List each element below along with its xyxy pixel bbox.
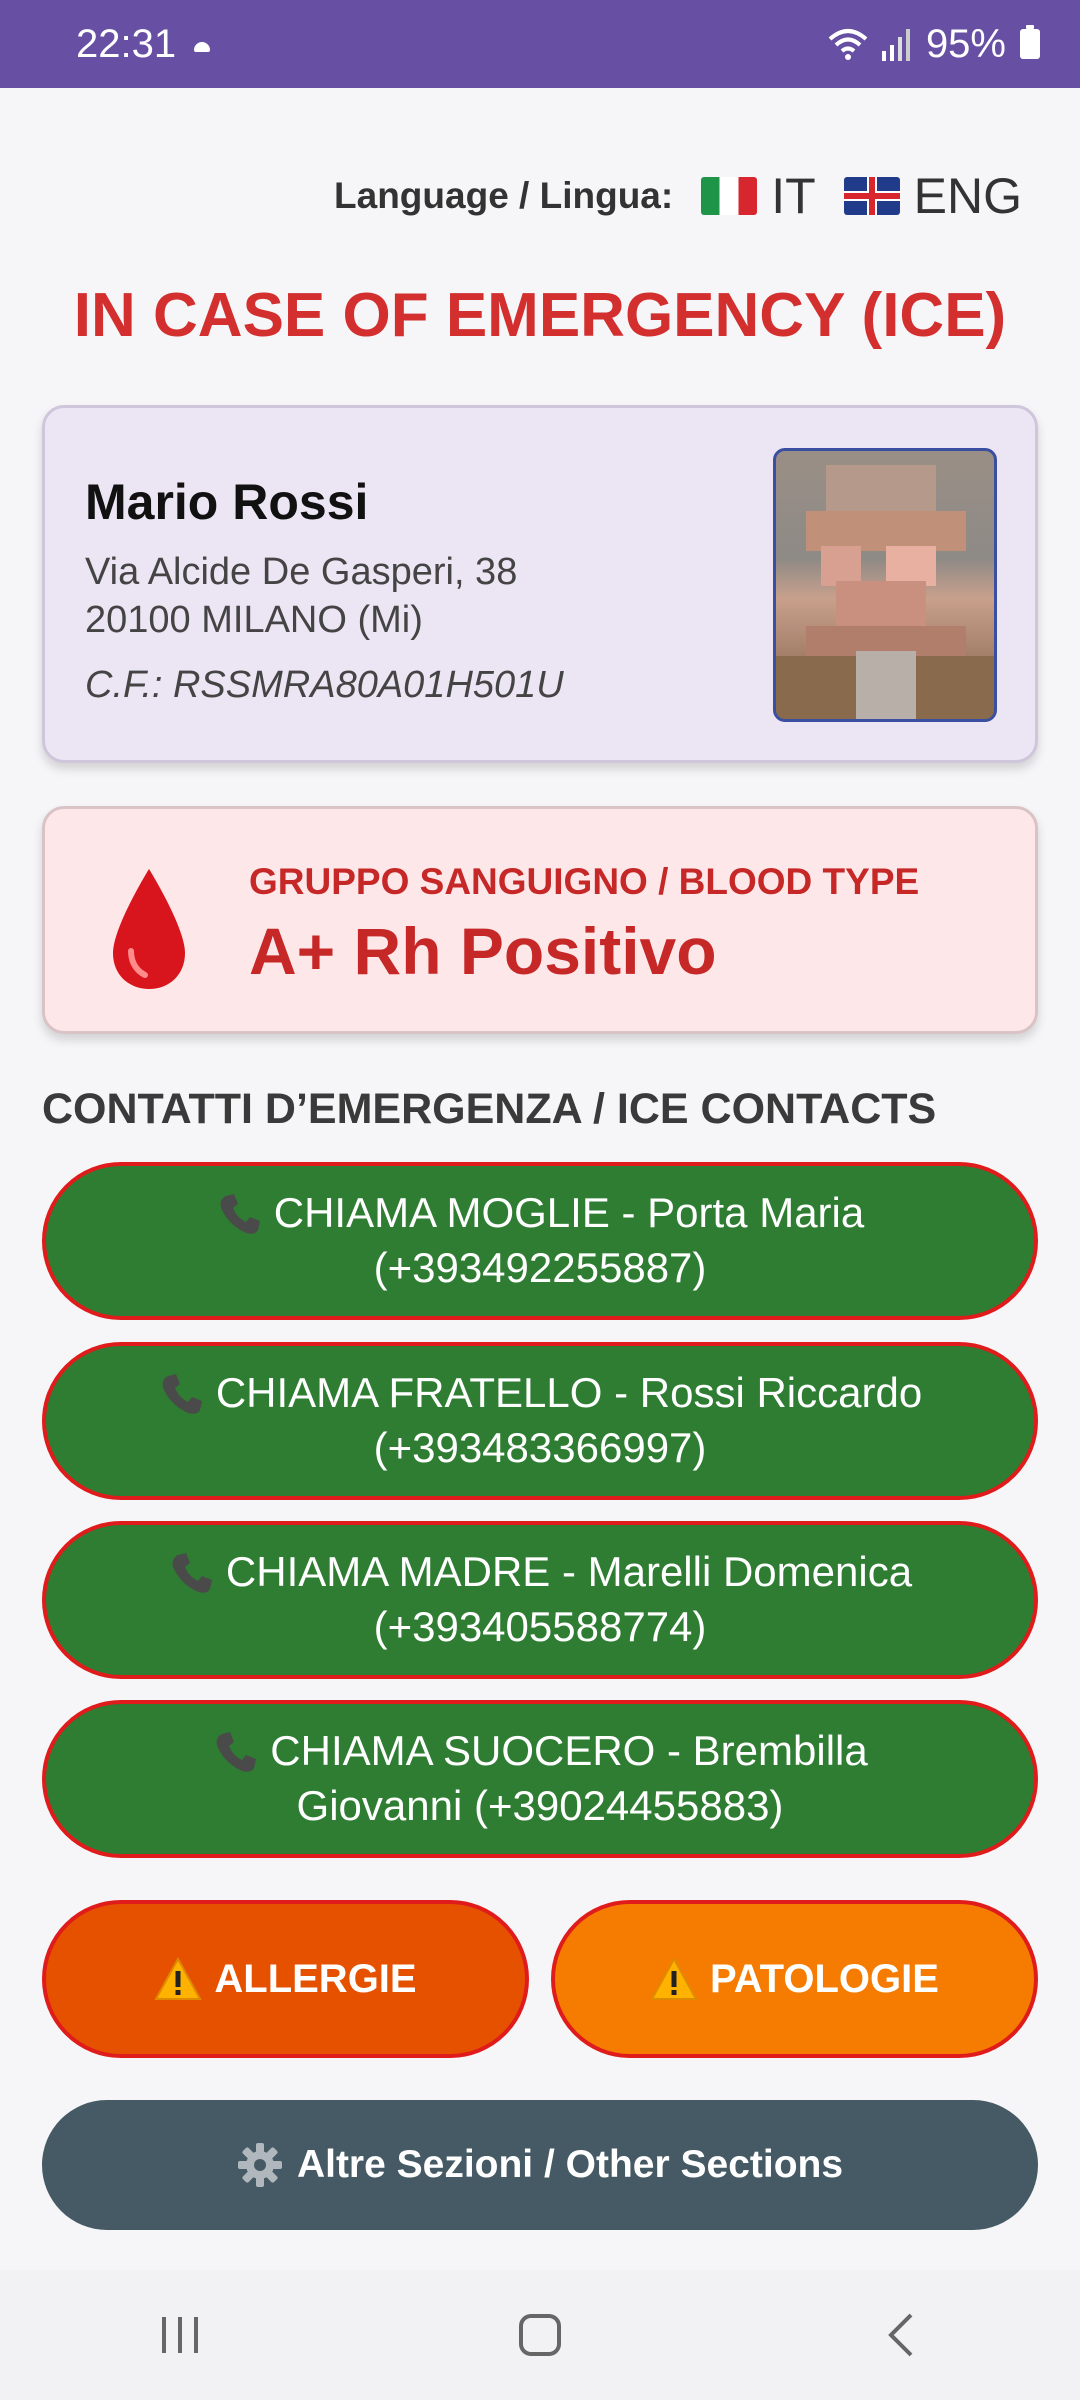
call-number: (+393492255887) bbox=[373, 1244, 707, 1291]
page-title: IN CASE OF EMERGENCY (ICE) bbox=[73, 281, 1007, 350]
language-eng-button[interactable]: ENG bbox=[843, 167, 1022, 225]
back-button[interactable] bbox=[860, 2295, 940, 2375]
back-icon bbox=[888, 2313, 913, 2357]
gear-icon bbox=[237, 2143, 282, 2187]
profile-photo[interactable] bbox=[773, 448, 997, 722]
profile-name: Mario Rossi bbox=[85, 474, 369, 530]
language-label: Language / Lingua: bbox=[334, 175, 674, 216]
call-label: CHIAMA FRATELLO - Rossi Riccardo bbox=[215, 1369, 923, 1417]
recent-apps-button[interactable] bbox=[140, 2295, 220, 2375]
patologie-button[interactable]: PATOLOGIE bbox=[551, 1900, 1038, 2058]
call-father-in-law-button[interactable]: CHIAMA SUOCERO - Brembilla Giovanni (+39… bbox=[42, 1700, 1038, 1858]
phone-icon bbox=[216, 1731, 257, 1772]
patologie-label: PATOLOGIE bbox=[710, 1956, 939, 2001]
status-left: 22:31 bbox=[76, 21, 211, 67]
uk-flag-icon bbox=[843, 177, 900, 215]
system-nav-bar bbox=[0, 2270, 1080, 2400]
status-time: 22:31 bbox=[76, 21, 177, 66]
other-sections-label: Altre Sezioni / Other Sections bbox=[296, 2143, 844, 2186]
home-icon bbox=[519, 2314, 561, 2356]
warning-icon bbox=[154, 1957, 203, 2000]
language-it-label: IT bbox=[771, 168, 816, 224]
call-mother-button[interactable]: CHIAMA MADRE - Marelli Domenica (+393405… bbox=[42, 1521, 1038, 1679]
other-sections-button[interactable]: Altre Sezioni / Other Sections bbox=[42, 2100, 1038, 2230]
language-selector: Language / Lingua: IT ENG bbox=[334, 160, 1022, 232]
warning-icon bbox=[650, 1957, 698, 2000]
status-bar: 22:31 95% bbox=[0, 0, 1080, 88]
blood-drop-icon bbox=[113, 869, 185, 989]
call-label: CHIAMA MOGLIE - Porta Maria bbox=[273, 1189, 865, 1237]
call-number: Giovanni (+39024455883) bbox=[296, 1782, 784, 1829]
italy-flag-icon bbox=[701, 177, 758, 215]
phone-icon bbox=[172, 1552, 212, 1593]
language-it-button[interactable]: IT bbox=[701, 167, 816, 225]
profile-address-line2: 20100 MILANO (Mi) bbox=[85, 599, 423, 641]
recent-apps-icon bbox=[162, 2317, 198, 2353]
blood-type-label: GRUPPO SANGUIGNO / BLOOD TYPE bbox=[249, 861, 920, 902]
call-brother-button[interactable]: CHIAMA FRATELLO - Rossi Riccardo (+39348… bbox=[42, 1342, 1038, 1500]
signal-icon bbox=[881, 29, 910, 61]
allergie-label: ALLERGIE bbox=[214, 1956, 417, 2001]
wifi-icon bbox=[828, 29, 868, 60]
call-label: CHIAMA SUOCERO - Brembilla bbox=[270, 1727, 868, 1775]
language-eng-label: ENG bbox=[913, 168, 1022, 224]
profile-fiscal-code: C.F.: RSSMRA80A01H501U bbox=[85, 664, 564, 706]
profile-address-line1: Via Alcide De Gasperi, 38 bbox=[85, 551, 518, 593]
battery-icon bbox=[1020, 25, 1040, 59]
call-number: (+393405588774) bbox=[373, 1603, 707, 1650]
profile-card: Mario Rossi Via Alcide De Gasperi, 38 20… bbox=[42, 405, 1038, 763]
phone-icon bbox=[162, 1373, 202, 1414]
status-right: 95% bbox=[828, 22, 1040, 67]
contacts-title: CONTATTI D’EMERGENZA / ICE CONTACTS bbox=[42, 1085, 937, 1133]
blood-type-value: A+ Rh Positivo bbox=[249, 914, 717, 988]
cloud-icon bbox=[194, 42, 211, 52]
call-number: (+393483366997) bbox=[373, 1424, 707, 1471]
allergie-button[interactable]: ALLERGIE bbox=[42, 1900, 529, 2058]
call-wife-button[interactable]: CHIAMA MOGLIE - Porta Maria (+3934922558… bbox=[42, 1162, 1038, 1320]
blood-type-card: GRUPPO SANGUIGNO / BLOOD TYPE A+ Rh Posi… bbox=[42, 806, 1038, 1034]
battery-percent: 95% bbox=[925, 21, 1006, 66]
phone-icon bbox=[220, 1193, 260, 1234]
home-button[interactable] bbox=[500, 2295, 580, 2375]
call-label: CHIAMA MADRE - Marelli Domenica bbox=[225, 1548, 913, 1596]
